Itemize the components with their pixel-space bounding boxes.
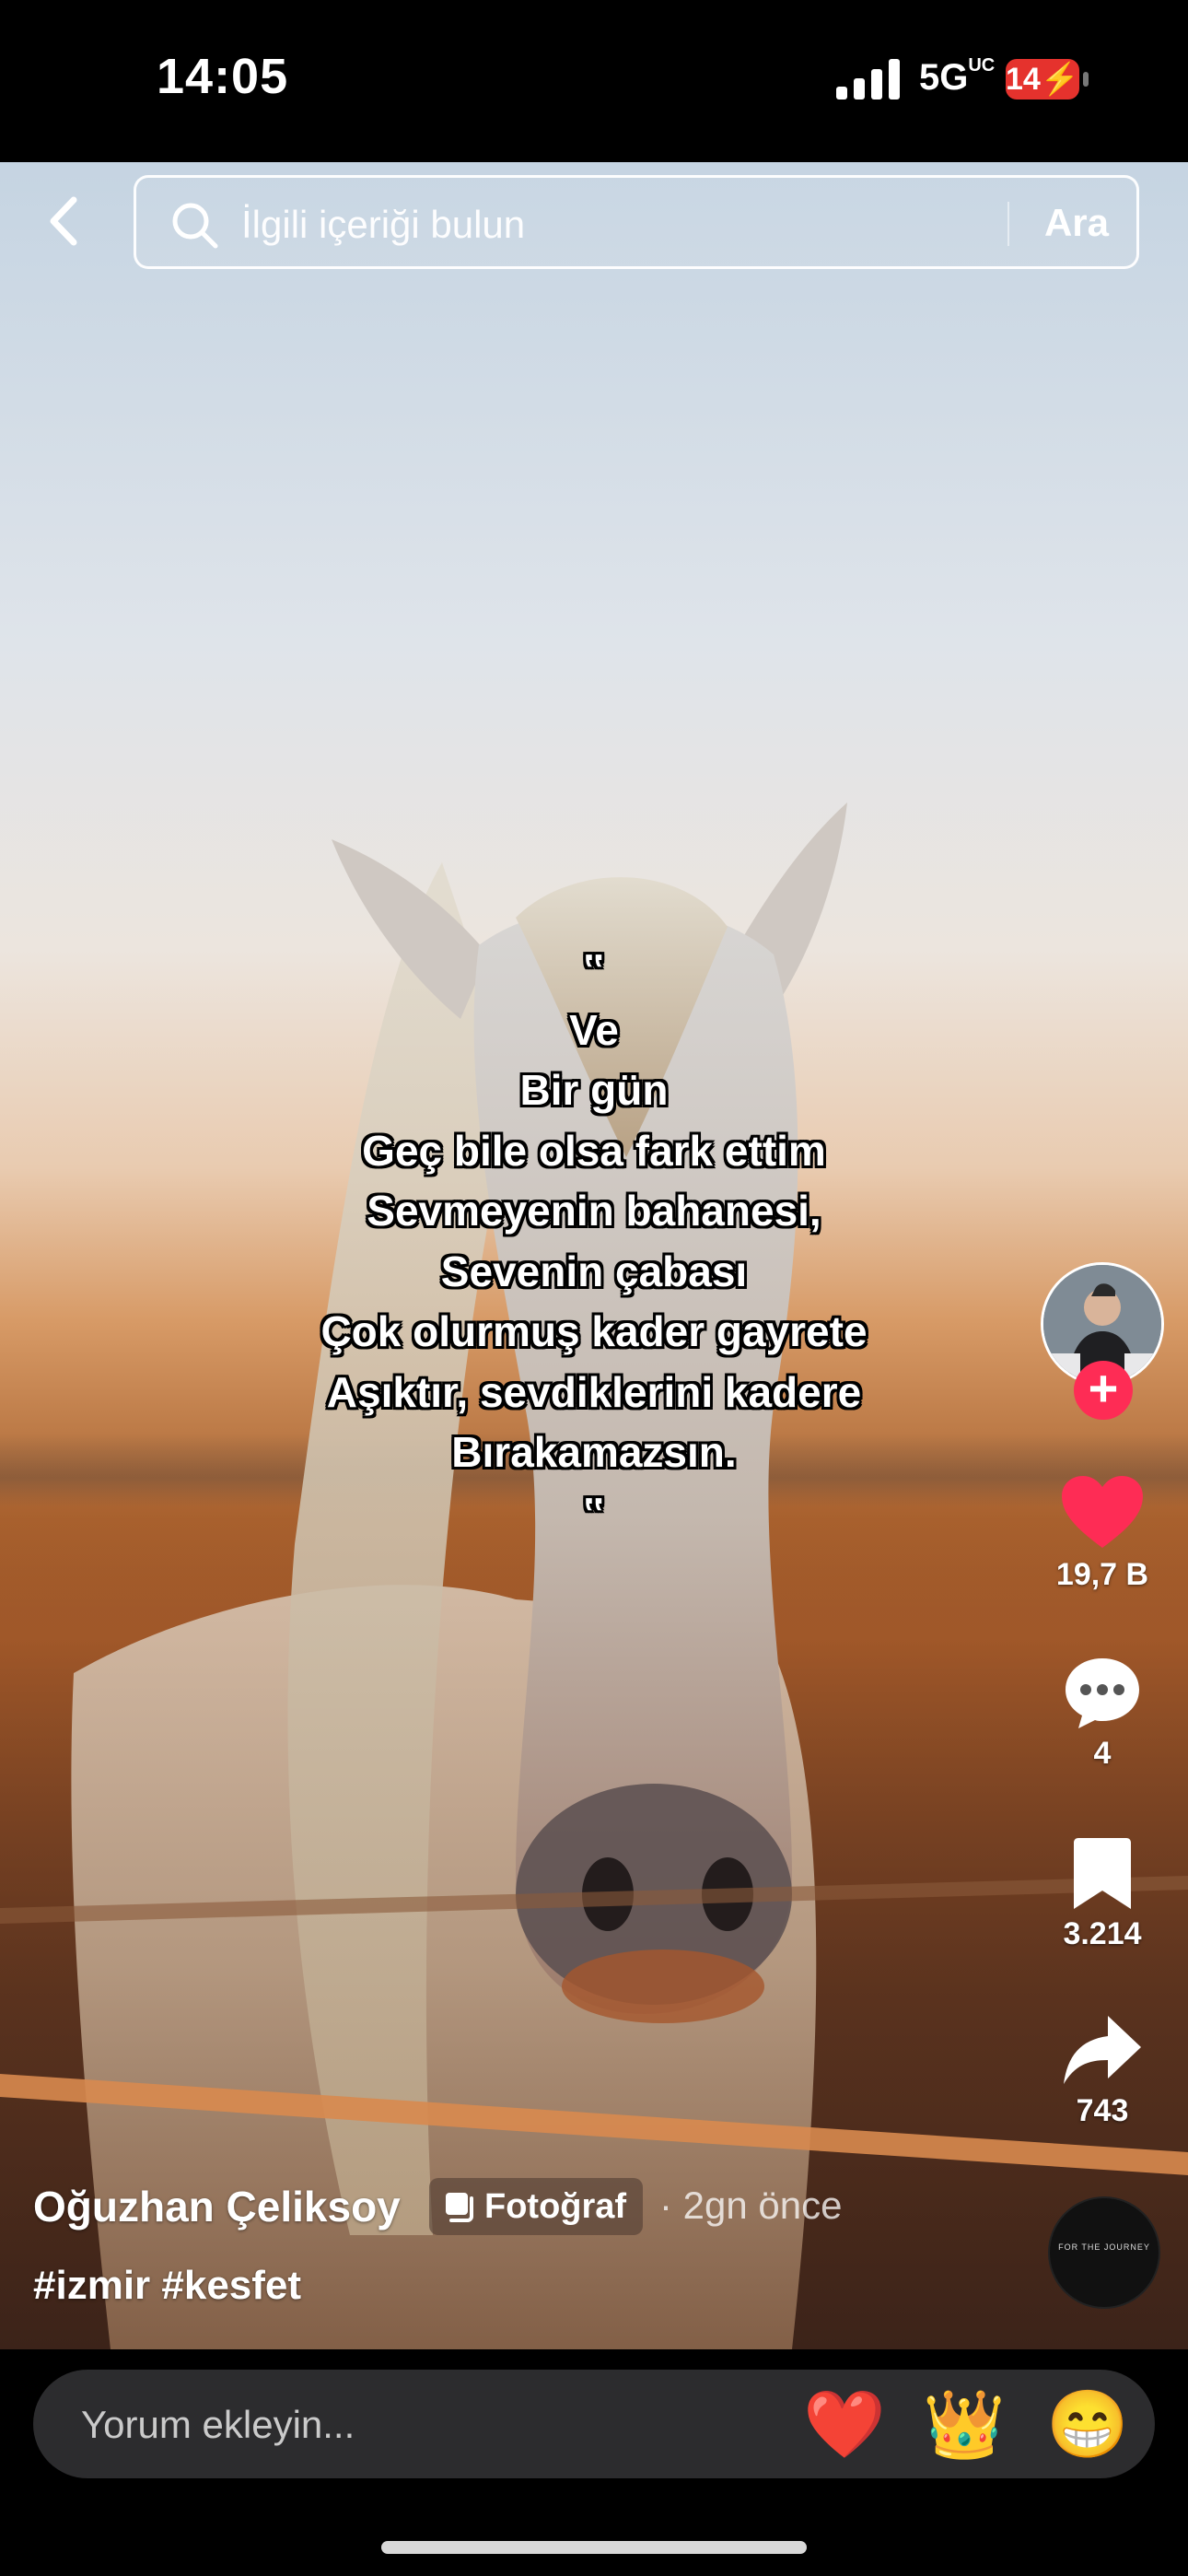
- heart-emoji-button[interactable]: ❤️: [803, 2386, 886, 2464]
- crown-emoji-button[interactable]: 👑: [923, 2386, 1006, 2464]
- bookmark-count: 3.214: [1063, 1916, 1142, 1951]
- search-bar: Ara: [134, 175, 1139, 269]
- poem-line: Aşıktır, sevdiklerini kadere: [326, 1367, 862, 1416]
- home-indicator: [381, 2541, 807, 2554]
- like-count: 19,7 B: [1055, 1557, 1149, 1592]
- post-hashtags[interactable]: #izmir #kesfet: [33, 2263, 301, 2309]
- network-type: 5GUC: [919, 54, 996, 98]
- music-disc-label: FOR THE JOURNEY: [1058, 2242, 1150, 2252]
- comment-count: 4: [1093, 1736, 1112, 1771]
- share-arrow-icon: [1064, 2016, 1141, 2084]
- poem-line: Sevenin çabası: [440, 1247, 748, 1295]
- search-button[interactable]: Ara: [1026, 194, 1127, 252]
- comment-placeholder: Yorum ekleyin...: [81, 2403, 355, 2446]
- comment-button[interactable]: 4: [1041, 1655, 1164, 1772]
- status-time: 14:05: [157, 49, 289, 104]
- search-divider: [1007, 202, 1009, 246]
- battery-tip: [1083, 72, 1089, 87]
- screen: 14:05 5GUC 14⚡ İlgili içeriği bulun Ara …: [0, 0, 1188, 2576]
- comment-bubble-icon: [1066, 1658, 1139, 1728]
- heart-icon: [1062, 1476, 1143, 1548]
- status-bar: 14:05 5GUC 14⚡: [0, 0, 1188, 162]
- signal-icon: [836, 59, 900, 100]
- poem-line: Bırakamazsın.: [451, 1428, 737, 1476]
- battery-indicator: 14⚡: [1006, 59, 1079, 100]
- comment-bar-area: Yorum ekleyin... ❤️ 👑 😁: [0, 2349, 1188, 2576]
- network-sup: UC: [968, 54, 996, 76]
- poem-line: Geç bile olsa fark ettim: [362, 1126, 826, 1175]
- search-icon: [172, 203, 218, 249]
- photo-type-badge[interactable]: Fotoğraf: [429, 2178, 644, 2235]
- search-input[interactable]: [239, 198, 1026, 252]
- comment-input[interactable]: Yorum ekleyin... ❤️ 👑 😁: [33, 2370, 1155, 2478]
- like-button[interactable]: 19,7 B: [1041, 1474, 1164, 1593]
- back-chevron-icon[interactable]: [37, 189, 92, 253]
- poem-line: ‟: [583, 945, 605, 993]
- poem-line: Çok olurmuş kader gayrete: [320, 1307, 868, 1355]
- poem-line: ‟: [583, 1488, 605, 1537]
- photo-icon: [446, 2193, 473, 2222]
- music-disc[interactable]: FOR THE JOURNEY: [1048, 2196, 1160, 2309]
- author-name[interactable]: Oğuzhan Çeliksoy: [33, 2182, 401, 2231]
- follow-button[interactable]: +: [1074, 1361, 1133, 1420]
- photo-badge-label: Fotoğraf: [484, 2187, 627, 2226]
- bookmark-button[interactable]: 3.214: [1041, 1837, 1164, 1952]
- grin-emoji-button[interactable]: 😁: [1046, 2386, 1129, 2464]
- post-time-ago: · 2gn önce: [659, 2184, 843, 2227]
- bookmark-icon: [1074, 1838, 1131, 1909]
- share-button[interactable]: 743: [1041, 2014, 1164, 2129]
- poem-line: Ve: [569, 1005, 619, 1054]
- poem-line: Bir gün: [519, 1066, 669, 1114]
- battery-level: 14: [1006, 62, 1041, 97]
- poem-overlay-text: ‟ Ve Bir gün Geç bile olsa fark ettim Se…: [226, 940, 962, 1543]
- share-count: 743: [1076, 2093, 1129, 2128]
- poem-line: Sevmeyenin bahanesi,: [367, 1187, 821, 1235]
